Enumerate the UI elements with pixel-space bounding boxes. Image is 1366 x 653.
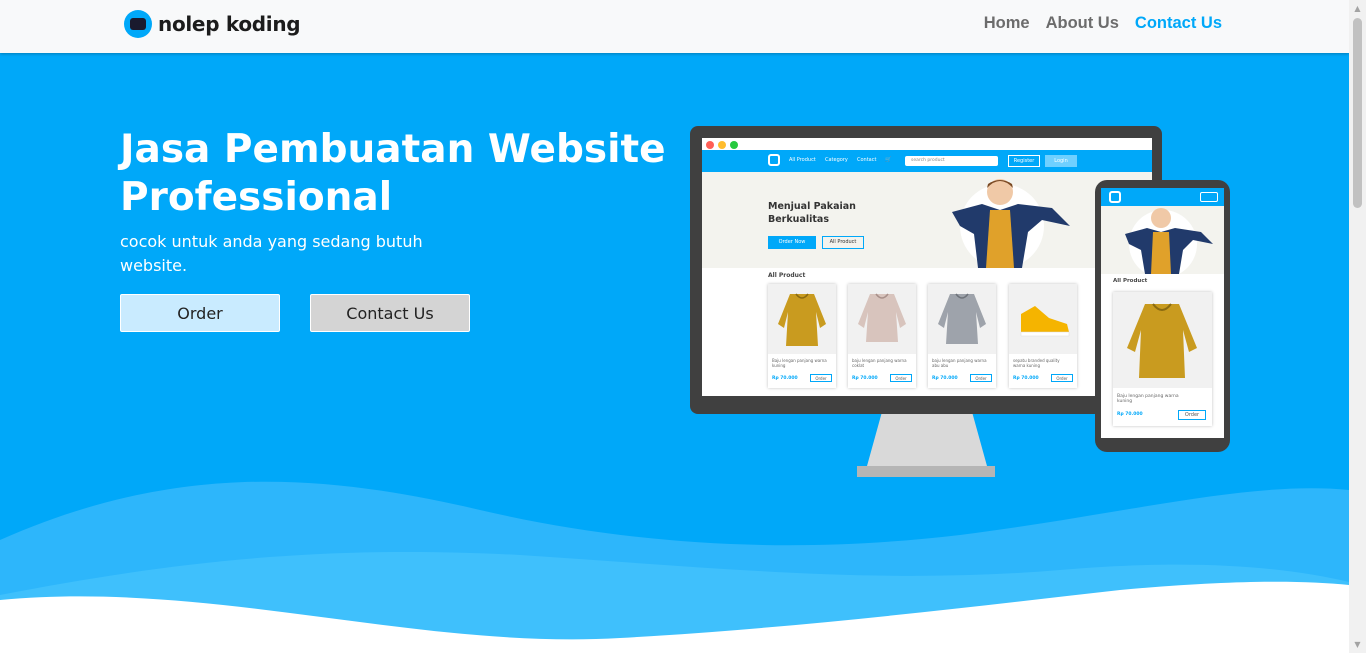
mini-product-desc: baju lengan panjang warna abu abu — [932, 358, 987, 368]
mini-all-product-button: All Product — [822, 236, 864, 249]
boy-model-image — [952, 179, 1070, 268]
laptop-logo-icon — [124, 10, 152, 38]
sweater-grey-image — [938, 293, 986, 344]
mini-product-order: Order — [890, 374, 912, 382]
close-dot-icon — [706, 141, 714, 149]
bag-logo-icon — [768, 154, 780, 166]
mini-product-price: Rp 70.000 — [852, 376, 878, 381]
mini-product-card: Baju lengan panjang warna kuning Rp 70.0… — [768, 284, 836, 388]
monitor-illustration: All Product Category Contact 🛒 search pr… — [690, 126, 1162, 414]
minimize-dot-icon — [718, 141, 726, 149]
scroll-down-arrow-icon[interactable]: ▼ — [1349, 636, 1366, 653]
sweater-yellow-image — [1127, 303, 1197, 378]
nav-link-home[interactable]: Home — [984, 14, 1030, 33]
boy-model-image — [1125, 208, 1213, 278]
hero-subtitle: cocok untuk anda yang sedang butuh websi… — [120, 232, 423, 275]
nav-link-about[interactable]: About Us — [1046, 14, 1119, 33]
sweater-pink-image — [858, 293, 906, 342]
brand-name: nolep koding — [158, 12, 301, 36]
mini-register-button: Register — [1008, 155, 1040, 167]
mini-product-order: Order — [810, 374, 832, 382]
sweater-yellow-image — [778, 293, 826, 346]
monitor-stand-base — [857, 466, 995, 477]
mini-order-now-button: Order Now — [768, 236, 816, 249]
mini-navbar: All Product Category Contact 🛒 search pr… — [702, 150, 1152, 172]
mini-section-heading: All Product — [768, 272, 806, 279]
mini-product-card: sepatu branded quality warna kuning Rp 7… — [1009, 284, 1077, 388]
phone-product-desc: Baju lengan panjang warna kuning — [1117, 394, 1179, 404]
mini-nav-link: All Product — [789, 157, 816, 163]
hamburger-menu-icon — [1200, 192, 1218, 202]
mini-nav-link: Category — [825, 157, 848, 163]
phone-banner — [1101, 206, 1224, 278]
mini-nav-link: Contact — [857, 157, 877, 163]
phone-product-order: Order — [1178, 410, 1206, 420]
phone-product-card: Baju lengan panjang warna kuning Rp 70.0… — [1113, 292, 1212, 426]
mini-product-card: baju lengan panjang warna abu abu Rp 70.… — [928, 284, 996, 388]
navbar: nolep koding Home About Us Contact Us — [0, 0, 1349, 53]
scroll-up-arrow-icon[interactable]: ▲ — [1349, 0, 1366, 17]
mini-product-price: Rp 70.000 — [1013, 376, 1039, 381]
mini-login-button: Login — [1045, 155, 1077, 167]
mini-product-order: Order — [1051, 374, 1073, 382]
phone-product-price: Rp 70.000 — [1117, 412, 1143, 417]
order-button[interactable]: Order — [120, 294, 280, 332]
brand[interactable]: nolep koding — [124, 10, 301, 38]
cart-icon: 🛒 — [885, 157, 892, 163]
mini-banner: Menjual Pakaian Berkualitas Order Now Al… — [702, 172, 1152, 268]
nav-links: Home About Us Contact Us — [984, 14, 1222, 33]
mini-product-price: Rp 70.000 — [932, 376, 958, 381]
monitor-screen: All Product Category Contact 🛒 search pr… — [702, 138, 1152, 396]
landing-page: nolep koding Home About Us Contact Us Ja… — [0, 0, 1366, 653]
mini-product-desc: sepatu branded quality warna kuning — [1013, 358, 1060, 368]
phone-illustration: All Product Baju lengan panjang warna ku… — [1095, 180, 1230, 452]
contact-us-button[interactable]: Contact Us — [310, 294, 470, 332]
hero-title: Jasa Pembuatan Website Professional — [120, 127, 666, 220]
sneaker-yellow-image — [1020, 306, 1070, 337]
window-controls — [706, 141, 738, 149]
mini-product-desc: Baju lengan panjang warna kuning — [772, 358, 827, 368]
mini-banner-title: Menjual Pakaian Berkualitas — [768, 201, 856, 225]
mini-product-order: Order — [970, 374, 992, 382]
phone-screen: All Product Baju lengan panjang warna ku… — [1101, 188, 1224, 438]
scrollbar-thumb[interactable] — [1353, 18, 1362, 208]
vertical-scrollbar[interactable]: ▲ ▼ — [1349, 0, 1366, 653]
mini-product-card: baju lengan panjang warna coklat Rp 70.0… — [848, 284, 916, 388]
phone-navbar — [1101, 188, 1224, 206]
monitor-stand-neck — [867, 414, 987, 466]
mini-product-price: Rp 70.000 — [772, 376, 798, 381]
nav-link-contact[interactable]: Contact Us — [1135, 14, 1222, 33]
phone-section-heading: All Product — [1113, 278, 1148, 284]
bag-logo-icon — [1109, 191, 1121, 203]
mini-product-desc: baju lengan panjang warna coklat — [852, 358, 907, 368]
mini-search: search product — [905, 156, 998, 166]
wave-decoration — [0, 481, 1349, 653]
maximize-dot-icon — [730, 141, 738, 149]
